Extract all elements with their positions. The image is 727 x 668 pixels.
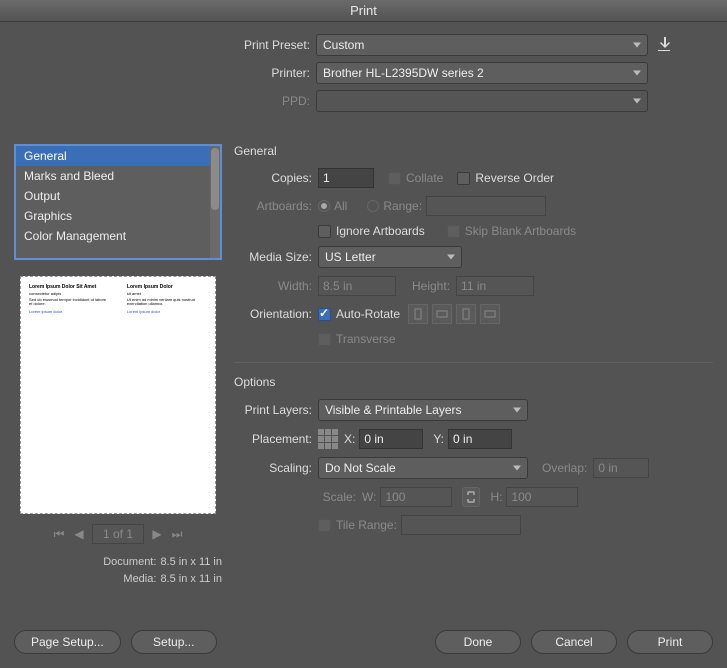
media-size-select[interactable]: US Letter [318, 246, 462, 268]
height-input: 11 in [456, 276, 534, 296]
skip-blank-checkbox [447, 225, 460, 238]
copies-input[interactable]: 1 [318, 168, 374, 188]
meta-media-label: Media: [123, 573, 156, 585]
preview-pager: ⏮ ◀ 1 of 1 ▶ ⏭ [14, 524, 222, 544]
orientation-portrait-down-button [456, 304, 476, 324]
setup-button[interactable]: Setup... [131, 630, 217, 654]
print-button[interactable]: Print [627, 630, 713, 654]
reverse-order-checkbox[interactable] [457, 172, 470, 185]
ignore-artboards-label: Ignore Artboards [336, 224, 425, 238]
artboards-label: Artboards: [234, 199, 318, 213]
scale-h-input: 100 [506, 487, 578, 507]
listbox-scrollbar-thumb[interactable] [211, 148, 219, 210]
artboards-all-label: All [334, 199, 347, 213]
tile-range-checkbox [318, 519, 331, 532]
pager-input[interactable]: 1 of 1 [92, 524, 144, 544]
width-input: 8.5 in [318, 276, 396, 296]
list-item-color[interactable]: Color Management [16, 226, 210, 246]
reverse-order-label: Reverse Order [475, 171, 554, 185]
print-preset-value: Custom [323, 38, 364, 52]
ignore-artboards-checkbox[interactable] [318, 225, 331, 238]
preview-meta: Document: 8.5 in x 11 in Media: 8.5 in x 1… [14, 554, 222, 587]
chevron-down-icon [633, 43, 641, 48]
print-layers-select[interactable]: Visible & Printable Layers [318, 399, 528, 421]
auto-rotate-label: Auto-Rotate [336, 307, 400, 321]
skip-blank-label: Skip Blank Artboards [465, 224, 576, 238]
section-divider [234, 362, 713, 363]
save-preset-icon[interactable] [656, 36, 674, 54]
media-size-label: Media Size: [234, 250, 318, 264]
link-chain-icon [462, 487, 480, 507]
scale-h-label: H: [490, 490, 502, 504]
height-label: Height: [412, 279, 450, 293]
placement-label: Placement: [234, 432, 318, 446]
orientation-portrait-up-button [408, 304, 428, 324]
collate-checkbox [388, 172, 401, 185]
placement-y-label: Y: [433, 432, 444, 446]
print-layers-label: Print Layers: [234, 403, 318, 417]
collate-label: Collate [406, 171, 443, 185]
print-preview: Lorem Ipsum Dolor Sit Amet consectetur a… [20, 276, 216, 514]
list-item-general[interactable]: General [16, 146, 210, 166]
auto-rotate-checkbox[interactable] [318, 308, 331, 321]
placement-y-input[interactable]: 0 in [448, 429, 512, 449]
chevron-down-icon [447, 255, 455, 260]
options-section-title: Options [234, 375, 713, 389]
placement-x-label: X: [344, 432, 355, 446]
transverse-label: Transverse [336, 332, 396, 346]
orientation-label: Orientation: [234, 307, 318, 321]
printer-value: Brother HL-L2395DW series 2 [323, 66, 484, 80]
chevron-down-icon [513, 466, 521, 471]
scaling-select[interactable]: Do Not Scale [318, 457, 528, 479]
print-preset-label: Print Preset: [14, 38, 316, 52]
tile-range-label: Tile Range: [336, 518, 397, 532]
tile-range-input [401, 515, 521, 535]
scale-w-label: W: [362, 490, 376, 504]
list-item-marks[interactable]: Marks and Bleed [16, 166, 210, 186]
overlap-input: 0 in [593, 458, 649, 478]
listbox-scrollbar[interactable] [210, 146, 220, 258]
print-layers-value: Visible & Printable Layers [325, 403, 462, 417]
ppd-label: PPD: [14, 94, 316, 108]
meta-doc-label: Document: [103, 556, 156, 568]
placement-x-input[interactable]: 0 in [359, 429, 423, 449]
artboards-all-radio [318, 200, 330, 212]
window-titlebar: Print [0, 0, 727, 22]
printer-select[interactable]: Brother HL-L2395DW series 2 [316, 62, 648, 84]
printer-label: Printer: [14, 66, 316, 80]
overlap-label: Overlap: [542, 461, 587, 475]
artboards-range-radio [367, 200, 379, 212]
chevron-down-icon [633, 99, 641, 104]
list-item-output[interactable]: Output [16, 186, 210, 206]
meta-media-value: 8.5 in x 11 in [160, 573, 222, 585]
scaling-value: Do Not Scale [325, 461, 396, 475]
chevron-down-icon [633, 71, 641, 76]
transverse-checkbox [318, 333, 331, 346]
placement-grid-icon[interactable] [318, 429, 338, 449]
pager-prev-icon[interactable]: ◀ [72, 527, 86, 541]
artboards-range-label: Range: [383, 199, 422, 213]
list-item-graphics[interactable]: Graphics [16, 206, 210, 226]
print-preset-select[interactable]: Custom [316, 34, 648, 56]
artboards-range-input [426, 196, 546, 216]
cancel-button[interactable]: Cancel [531, 630, 617, 654]
orientation-landscape-right-button [480, 304, 500, 324]
scale-w-input: 100 [380, 487, 452, 507]
pager-next-icon[interactable]: ▶ [150, 527, 164, 541]
orientation-landscape-left-button [432, 304, 452, 324]
settings-listbox[interactable]: General Marks and Bleed Output Graphics … [14, 144, 222, 260]
ppd-select [316, 90, 648, 112]
scaling-label: Scaling: [234, 461, 318, 475]
meta-doc-value: 8.5 in x 11 in [160, 556, 222, 568]
copies-label: Copies: [234, 171, 318, 185]
pager-first-icon[interactable]: ⏮ [52, 527, 66, 542]
media-size-value: US Letter [325, 250, 376, 264]
chevron-down-icon [513, 408, 521, 413]
done-button[interactable]: Done [435, 630, 521, 654]
page-setup-button[interactable]: Page Setup... [14, 630, 121, 654]
general-section-title: General [234, 144, 713, 158]
scale-label: Scale: [234, 490, 362, 504]
pager-last-icon[interactable]: ⏭ [170, 527, 184, 542]
width-label: Width: [234, 279, 318, 293]
